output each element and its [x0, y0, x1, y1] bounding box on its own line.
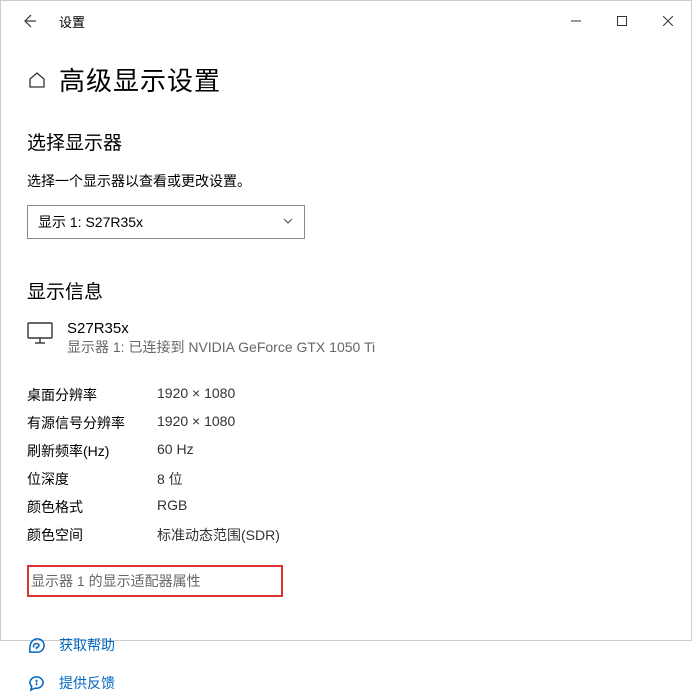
adapter-properties-link[interactable]: 显示器 1 的显示适配器属性	[31, 571, 201, 591]
app-name: 设置	[59, 12, 85, 31]
feedback-icon	[27, 674, 45, 692]
monitor-name: S27R35x	[67, 320, 375, 337]
display-info-table: 桌面分辨率1920 × 1080有源信号分辨率1920 × 1080刷新频率(H…	[27, 381, 280, 549]
highlight-box: 显示器 1 的显示适配器属性	[27, 565, 283, 597]
monitor-connection: 显示器 1: 已连接到 NVIDIA GeForce GTX 1050 Ti	[67, 337, 375, 357]
info-label: 颜色格式	[27, 493, 157, 521]
info-row: 位深度8 位	[27, 465, 280, 493]
info-value: 8 位	[157, 465, 280, 493]
info-value: 1920 × 1080	[157, 381, 280, 409]
feedback-label: 提供反馈	[59, 673, 115, 693]
get-help-label: 获取帮助	[59, 635, 115, 655]
info-label: 颜色空间	[27, 521, 157, 549]
info-value: RGB	[157, 493, 280, 521]
info-row: 颜色格式RGB	[27, 493, 280, 521]
back-button[interactable]	[9, 1, 49, 41]
info-row: 有源信号分辨率1920 × 1080	[27, 409, 280, 437]
maximize-button[interactable]	[599, 1, 645, 41]
home-icon[interactable]	[27, 70, 47, 90]
close-button[interactable]	[645, 1, 691, 41]
feedback-link[interactable]: 提供反馈	[27, 673, 665, 693]
titlebar: 设置	[1, 1, 691, 41]
get-help-link[interactable]: 获取帮助	[27, 635, 665, 655]
chevron-down-icon	[282, 215, 294, 230]
info-row: 颜色空间标准动态范围(SDR)	[27, 521, 280, 549]
info-label: 位深度	[27, 465, 157, 493]
display-selector-dropdown[interactable]: 显示 1: S27R35x	[27, 205, 305, 239]
monitor-summary: S27R35x 显示器 1: 已连接到 NVIDIA GeForce GTX 1…	[27, 320, 665, 357]
info-value: 标准动态范围(SDR)	[157, 521, 280, 549]
monitor-icon	[27, 322, 53, 344]
select-display-desc: 选择一个显示器以查看或更改设置。	[27, 171, 665, 191]
info-value: 1920 × 1080	[157, 409, 280, 437]
display-info-title: 显示信息	[27, 277, 665, 304]
window-controls	[553, 1, 691, 41]
help-icon	[27, 636, 45, 654]
info-row: 刷新频率(Hz)60 Hz	[27, 437, 280, 465]
info-label: 有源信号分辨率	[27, 409, 157, 437]
info-row: 桌面分辨率1920 × 1080	[27, 381, 280, 409]
display-selector-value: 显示 1: S27R35x	[38, 212, 143, 232]
info-label: 桌面分辨率	[27, 381, 157, 409]
info-label: 刷新频率(Hz)	[27, 437, 157, 465]
page-title: 高级显示设置	[59, 61, 221, 98]
page-header: 高级显示设置	[27, 61, 665, 98]
select-display-title: 选择显示器	[27, 128, 665, 155]
info-value: 60 Hz	[157, 437, 280, 465]
minimize-button[interactable]	[553, 1, 599, 41]
